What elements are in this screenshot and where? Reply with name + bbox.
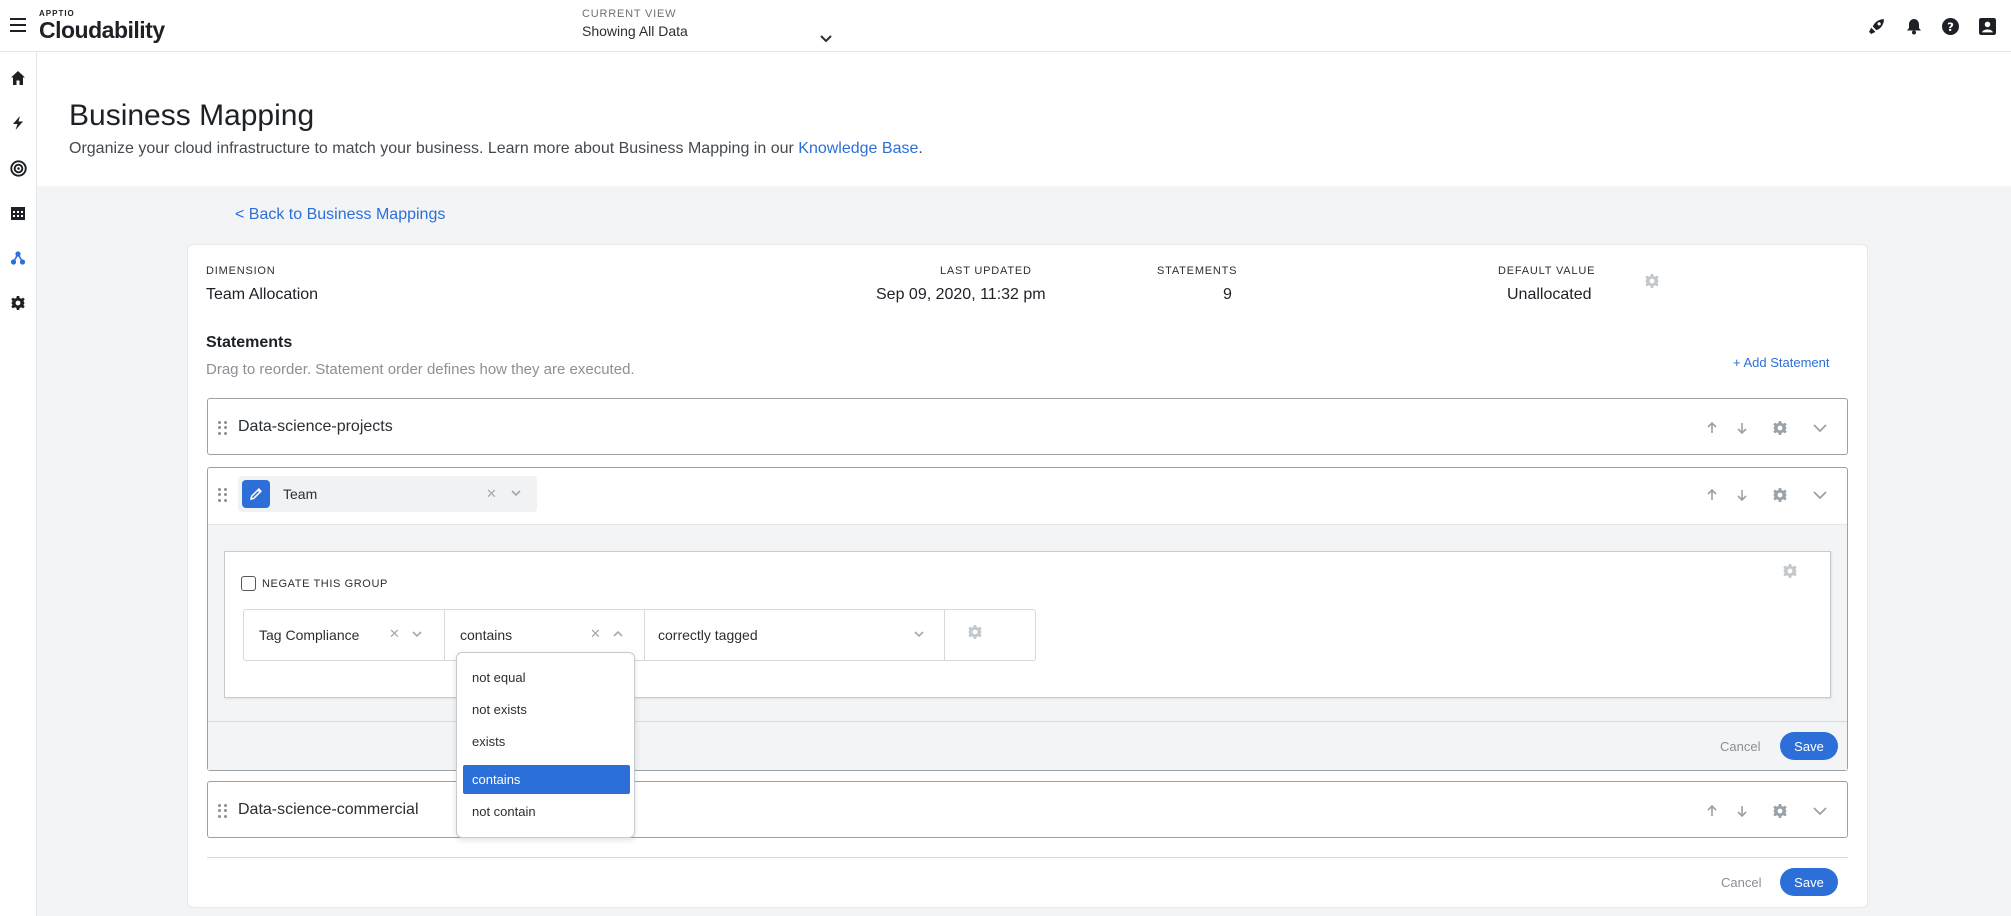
drag-handle-icon[interactable] bbox=[218, 421, 228, 435]
target-icon[interactable] bbox=[9, 159, 27, 177]
statement-save-button[interactable]: Save bbox=[1780, 732, 1838, 760]
statements-count-label: STATEMENTS bbox=[1157, 265, 1238, 277]
last-updated-label: LAST UPDATED bbox=[940, 265, 1032, 277]
help-icon[interactable]: ? bbox=[1941, 17, 1960, 36]
pencil-icon[interactable] bbox=[242, 480, 270, 508]
dimension-label: DIMENSION bbox=[206, 265, 276, 277]
field-select[interactable]: Tag Compliance ✕ bbox=[244, 610, 445, 660]
condition-settings[interactable] bbox=[945, 610, 1035, 660]
value-select-value: correctly tagged bbox=[658, 627, 758, 643]
condition-row: Tag Compliance ✕ contains ✕ correctly ta… bbox=[243, 609, 1036, 661]
clear-icon[interactable]: ✕ bbox=[590, 626, 601, 642]
chevron-down-icon[interactable] bbox=[510, 487, 522, 499]
statement-name-select[interactable]: Team ✕ bbox=[238, 476, 537, 512]
chevron-down-icon[interactable] bbox=[411, 628, 423, 640]
dropdown-option[interactable]: not equal bbox=[463, 663, 630, 692]
condition-settings-gear-icon[interactable] bbox=[967, 624, 983, 645]
statement-name: Data-science-projects bbox=[238, 418, 393, 435]
current-view-value: Showing All Data bbox=[582, 23, 688, 39]
brand-name: Cloudability bbox=[39, 17, 165, 43]
bell-icon[interactable] bbox=[1904, 17, 1923, 36]
settings-icon[interactable] bbox=[9, 294, 27, 312]
negate-group-label: NEGATE THIS GROUP bbox=[262, 577, 388, 590]
condition-group-area: NEGATE THIS GROUP Tag Compliance ✕ conta… bbox=[208, 524, 1847, 721]
clear-icon[interactable]: ✕ bbox=[389, 626, 400, 642]
statements-subtitle: Drag to reorder. Statement order defines… bbox=[206, 361, 635, 378]
page-subtitle: Organize your cloud infrastructure to ma… bbox=[69, 140, 923, 158]
dropdown-option[interactable]: exists bbox=[463, 727, 630, 756]
lightning-icon[interactable] bbox=[9, 114, 27, 132]
field-select-value: Tag Compliance bbox=[259, 627, 360, 643]
drag-handle-icon[interactable] bbox=[218, 488, 228, 502]
statement-cancel-button[interactable]: Cancel bbox=[1720, 739, 1760, 754]
page-title: Business Mapping bbox=[69, 99, 315, 132]
business-mapping-icon[interactable] bbox=[9, 249, 27, 267]
chevron-up-icon[interactable] bbox=[612, 628, 624, 640]
statements-count-value: 9 bbox=[1223, 286, 1232, 303]
dropdown-option[interactable]: not contain bbox=[463, 797, 630, 826]
back-link[interactable]: < Back to Business Mappings bbox=[235, 206, 445, 224]
statement-settings-gear-icon[interactable] bbox=[1771, 419, 1789, 437]
dimension-value: Team Allocation bbox=[206, 286, 319, 303]
user-icon[interactable] bbox=[1978, 17, 1997, 36]
cancel-button[interactable]: Cancel bbox=[1721, 875, 1761, 890]
menu-icon[interactable] bbox=[10, 18, 26, 32]
current-view-selector[interactable]: CURRENT VIEW Showing All Data bbox=[582, 8, 834, 43]
statement-row[interactable]: Data-science-projects bbox=[207, 398, 1848, 455]
svg-text:?: ? bbox=[1947, 20, 1954, 34]
expand-chevron-icon[interactable] bbox=[1811, 802, 1829, 820]
statement-name: Team bbox=[283, 486, 318, 502]
chevron-down-icon[interactable] bbox=[913, 628, 925, 640]
calendar-icon[interactable] bbox=[9, 204, 27, 222]
statement-name: Data-science-commercial bbox=[238, 801, 419, 818]
top-bar: APPTIO Cloudability CURRENT VIEW Showing… bbox=[0, 0, 2011, 52]
move-up-icon[interactable] bbox=[1703, 802, 1721, 820]
expand-chevron-icon[interactable] bbox=[1811, 419, 1829, 437]
add-statement-button[interactable]: + Add Statement bbox=[1733, 355, 1829, 370]
negate-group-checkbox[interactable]: NEGATE THIS GROUP bbox=[241, 576, 388, 591]
value-select[interactable]: correctly tagged bbox=[645, 610, 945, 660]
default-value-value: Unallocated bbox=[1507, 286, 1592, 303]
collapse-chevron-icon[interactable] bbox=[1811, 486, 1829, 504]
statements-title: Statements bbox=[206, 334, 293, 351]
operator-select-value: contains bbox=[460, 627, 513, 643]
move-down-icon[interactable] bbox=[1733, 486, 1751, 504]
checkbox[interactable] bbox=[241, 576, 256, 591]
page-header: Business Mapping Organize your cloud inf… bbox=[37, 52, 2011, 186]
default-value-label: DEFAULT VALUE bbox=[1498, 265, 1596, 277]
brand-logo[interactable]: APPTIO Cloudability bbox=[39, 9, 165, 42]
divider bbox=[207, 857, 1848, 858]
knowledge-base-link[interactable]: Knowledge Base bbox=[798, 140, 918, 157]
operator-dropdown-menu: not equal not exists exists contains not… bbox=[456, 652, 635, 838]
move-down-icon[interactable] bbox=[1733, 419, 1751, 437]
clear-icon[interactable]: ✕ bbox=[486, 486, 497, 502]
sidebar bbox=[0, 52, 37, 916]
dropdown-option[interactable]: not exists bbox=[463, 695, 630, 724]
move-up-icon[interactable] bbox=[1703, 486, 1721, 504]
statement-settings-gear-icon[interactable] bbox=[1771, 486, 1789, 504]
group-settings-gear-icon[interactable] bbox=[1782, 563, 1798, 584]
home-icon[interactable] bbox=[9, 69, 27, 87]
current-view-label: CURRENT VIEW bbox=[582, 8, 677, 20]
statement-settings-gear-icon[interactable] bbox=[1771, 802, 1789, 820]
page-subtitle-period: . bbox=[918, 140, 923, 157]
statement-footer: Cancel Save bbox=[208, 721, 1847, 770]
rocket-icon[interactable] bbox=[1867, 17, 1886, 36]
statement-row[interactable]: Data-science-commercial bbox=[207, 781, 1848, 838]
drag-handle-icon[interactable] bbox=[218, 804, 228, 818]
statement-row-expanded[interactable]: Team ✕ NEGATE THIS GROUP Tag Compliance … bbox=[207, 467, 1848, 771]
move-up-icon[interactable] bbox=[1703, 419, 1721, 437]
dropdown-option-selected[interactable]: contains bbox=[463, 765, 630, 794]
move-down-icon[interactable] bbox=[1733, 802, 1751, 820]
page-subtitle-text: Organize your cloud infrastructure to ma… bbox=[69, 140, 794, 157]
last-updated-value: Sep 09, 2020, 11:32 pm bbox=[876, 286, 1046, 303]
chevron-down-icon bbox=[820, 35, 832, 43]
save-button[interactable]: Save bbox=[1780, 868, 1838, 896]
default-settings-gear-icon[interactable] bbox=[1644, 273, 1660, 289]
